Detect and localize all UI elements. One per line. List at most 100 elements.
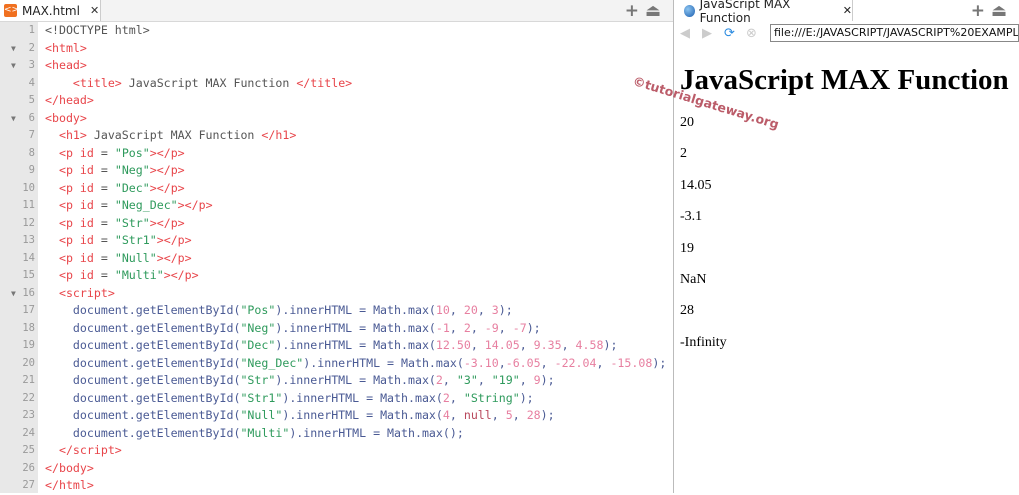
code-token: ).innerHTML = Math.max( bbox=[275, 303, 436, 317]
tab-browser-page[interactable]: JavaScript MAX Function ✕ bbox=[674, 0, 853, 25]
code-line: 14 <p id = "Null"></p> bbox=[0, 250, 673, 268]
code-token: , bbox=[449, 390, 464, 405]
line-number: 11 bbox=[22, 199, 35, 211]
code-line: 20 document.getElementById("Neg_Dec").in… bbox=[0, 355, 673, 373]
line-number: 19 bbox=[22, 339, 35, 351]
code-line: 10 <p id = "Dec"></p> bbox=[0, 180, 673, 198]
page-heading: JavaScript MAX Function bbox=[680, 64, 1009, 96]
code-token: </body> bbox=[45, 460, 94, 475]
code-token: </title> bbox=[296, 75, 353, 90]
plus-icon[interactable]: + bbox=[971, 1, 991, 21]
line-number: 7 bbox=[28, 129, 35, 141]
code-token: <p bbox=[58, 215, 80, 230]
code-line: 21 document.getElementById("Str").innerH… bbox=[0, 372, 673, 390]
line-number: 23 bbox=[22, 409, 35, 421]
address-bar[interactable]: file:///E:/JAVASCRIPT/JAVASCRIPT%20EXAMP… bbox=[770, 24, 1019, 42]
code-token: id bbox=[79, 163, 94, 177]
code-token: <p bbox=[58, 250, 80, 265]
browser-actions: +⏏ bbox=[971, 1, 1013, 21]
line-number: 4 bbox=[28, 76, 35, 89]
back-icon[interactable]: ◀ bbox=[680, 26, 696, 41]
code-token: , bbox=[477, 373, 492, 387]
code-token: "Neg" bbox=[114, 163, 150, 177]
code-token: <p bbox=[58, 268, 80, 282]
plus-icon[interactable]: + bbox=[625, 1, 645, 21]
close-tab-icon[interactable]: ✕ bbox=[90, 4, 99, 17]
line-number: 26 bbox=[22, 461, 35, 474]
line-number: 15 bbox=[22, 269, 35, 281]
code-token: "Null" bbox=[240, 408, 283, 422]
line-number: 8 bbox=[28, 146, 35, 159]
stop-icon[interactable]: ⊗ bbox=[746, 26, 762, 41]
code-token: <html> bbox=[45, 40, 87, 55]
line-number: 1 bbox=[28, 24, 35, 36]
split-icon[interactable]: ⏏ bbox=[645, 1, 667, 21]
code-token: id bbox=[79, 198, 94, 212]
code-token: , bbox=[512, 408, 527, 422]
code-token: ).innerHTML = Math.max( bbox=[275, 373, 436, 387]
code-token: , bbox=[477, 303, 492, 317]
code-token: </html> bbox=[45, 478, 94, 492]
code-token: 2 bbox=[463, 320, 471, 335]
tab-max-html[interactable]: <> MAX.html ✕ bbox=[0, 0, 101, 21]
code-line: 26 </body> bbox=[0, 460, 673, 478]
refresh-icon[interactable]: ⟳ bbox=[724, 26, 740, 41]
code-token: id bbox=[79, 268, 94, 282]
line-number: 3 bbox=[28, 59, 35, 71]
code-line: 17 document.getElementById("Pos").innerH… bbox=[0, 302, 673, 320]
output-paragraph: 14.05 bbox=[680, 177, 712, 193]
code-token: id bbox=[79, 145, 94, 160]
editor-tab-bar: <> MAX.html ✕ +⏏ bbox=[0, 0, 673, 22]
code-token: = bbox=[93, 145, 115, 160]
code-token: 12.50 bbox=[435, 338, 471, 352]
code-token: document.getElementById( bbox=[45, 390, 241, 405]
code-token: "Neg_Dec" bbox=[114, 198, 178, 212]
page-content: JavaScript MAX Function 20 2 14.05 -3.1 19 Na… bbox=[680, 44, 1009, 358]
code-token: ); bbox=[498, 303, 513, 317]
code-line: 12 <p id = "Str"></p> bbox=[0, 215, 673, 233]
code-token: document.getElementById( bbox=[45, 320, 241, 335]
code-token: document.getElementById( bbox=[45, 425, 241, 440]
code-token: ).innerHTML = Math.max( bbox=[303, 355, 464, 370]
code-line: 1 <!DOCTYPE html> bbox=[0, 22, 673, 40]
code-line: 19 document.getElementById("Dec").innerH… bbox=[0, 337, 673, 355]
code-token: , bbox=[470, 338, 485, 352]
code-area[interactable]: 1 <!DOCTYPE html> ▼ 2 <html> ▼ 3 <head> 4 <title… bbox=[0, 22, 673, 495]
code-token: "Neg" bbox=[240, 320, 276, 335]
line-number: 20 bbox=[22, 356, 35, 369]
code-token: ).innerHTML = Math.max( bbox=[275, 338, 436, 352]
code-token: ).innerHTML = Math.max(); bbox=[289, 425, 464, 440]
code-token: "Str1" bbox=[114, 233, 157, 247]
code-editor-pane: <> MAX.html ✕ +⏏ 1 <!DOCTYPE html> ▼ 2 <html… bbox=[0, 0, 674, 493]
code-token: -6.05 bbox=[505, 355, 541, 370]
code-line: 11 <p id = "Neg_Dec"></p> bbox=[0, 197, 673, 215]
code-token: "3" bbox=[456, 373, 478, 387]
output-paragraph: NaN bbox=[680, 271, 707, 287]
code-token: "Dec" bbox=[240, 338, 276, 352]
code-token: id bbox=[79, 250, 94, 265]
code-token: ).innerHTML = Math.max( bbox=[282, 390, 443, 405]
code-line: ▼ 3 <head> bbox=[0, 57, 673, 75]
code-token: = bbox=[93, 268, 115, 282]
code-token: ></p> bbox=[163, 268, 199, 282]
code-token: <p bbox=[58, 145, 80, 160]
code-token: = bbox=[93, 163, 115, 177]
browser-tab-title: JavaScript MAX Function bbox=[699, 0, 791, 25]
brackets-icon: <> bbox=[4, 4, 20, 17]
close-tab-icon[interactable]: ✕ bbox=[843, 4, 852, 17]
forward-icon[interactable]: ▶ bbox=[702, 26, 718, 41]
code-line: 23 document.getElementById("Null").inner… bbox=[0, 407, 673, 425]
split-icon[interactable]: ⏏ bbox=[991, 1, 1013, 21]
code-token: "Str" bbox=[114, 215, 150, 230]
line-number: 10 bbox=[22, 181, 35, 194]
line-number: 25 bbox=[22, 444, 35, 456]
line-number: 17 bbox=[22, 304, 35, 316]
code-token: "Multi" bbox=[240, 425, 290, 440]
code-token: , bbox=[519, 338, 534, 352]
output-paragraph: 28 bbox=[680, 303, 694, 319]
line-number: 24 bbox=[22, 426, 35, 439]
